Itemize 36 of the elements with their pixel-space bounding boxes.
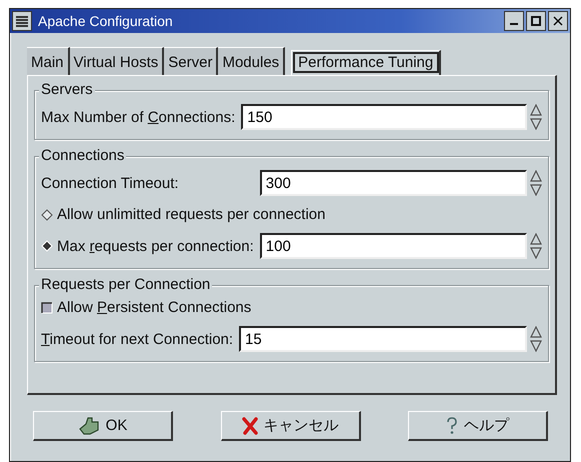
tab[interactable]: Virtual Hosts [70,47,164,75]
number-field[interactable]: 150 [241,104,527,130]
spin-arrows-icon[interactable] [530,233,542,259]
spin-arrows-icon[interactable] [530,104,542,130]
group-title: Requests per Connection [39,276,212,294]
question-icon [446,416,458,434]
minimize-icon [510,23,518,25]
spin-arrows-icon[interactable] [530,170,542,196]
ok-button[interactable]: OK [33,411,173,441]
radio-button[interactable] [41,208,53,220]
window-title: Apache Configuration [38,13,174,29]
tab[interactable]: Performance Tuning [291,50,442,75]
checkbox-label: Allow Persistent Connections [57,299,252,316]
radio-label: Allow unlimitted requests per connection [57,206,326,223]
field-label: Timeout for next Connection: [41,330,234,348]
menu-icon[interactable] [12,11,32,31]
cancel-button[interactable]: キャンセル [220,411,360,441]
minimize-button[interactable] [504,11,524,31]
close-icon [242,416,258,434]
number-field[interactable]: 100 [260,233,527,259]
maximize-icon [531,16,541,26]
spin-arrows-icon[interactable] [530,326,542,352]
tab[interactable]: Main [27,47,70,75]
checkbox[interactable] [41,302,53,314]
number-field[interactable]: 15 [239,326,527,352]
number-field[interactable]: 300 [260,170,527,196]
tab[interactable]: Server [164,47,218,75]
help-button[interactable]: ヘルプ [408,411,548,441]
close-button[interactable] [548,11,568,31]
field-label: Connection Timeout: [41,174,180,192]
hand-icon [78,416,100,436]
maximize-button[interactable] [526,11,546,31]
close-icon [553,16,563,26]
field-label: Max Number of Connections: [41,108,236,126]
radio-label: Max requests per connection: [57,238,254,254]
tab[interactable]: Modules [218,47,286,75]
